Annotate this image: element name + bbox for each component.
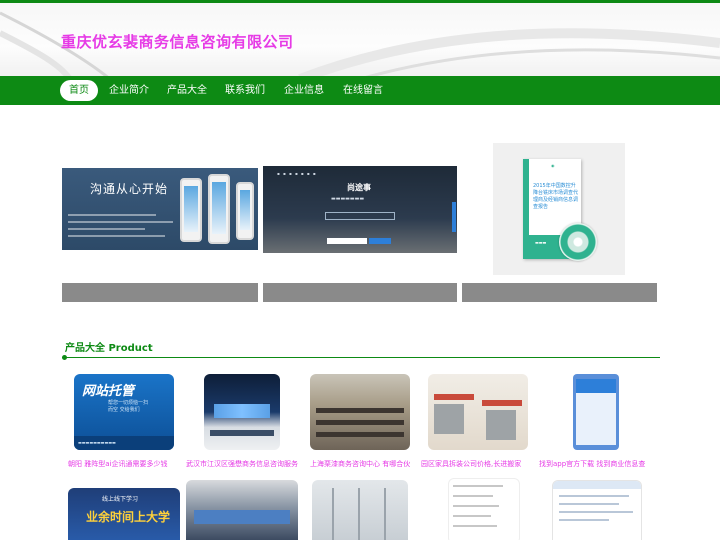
- nav-item-contact[interactable]: 联系我们: [220, 80, 270, 101]
- phone-image: [180, 178, 202, 242]
- phone-image: [236, 182, 254, 240]
- banner-caption-bar: [462, 283, 657, 302]
- banner-button-outline: [325, 212, 395, 220]
- product-image-cubicles[interactable]: [428, 374, 528, 450]
- book-brand-mark: ◉: [551, 163, 555, 168]
- product-image-subtext: 帮您一切烦恼一扫而空 交给我们: [108, 400, 149, 413]
- product-image-control-room[interactable]: [204, 374, 280, 450]
- product-caption[interactable]: 朝阳 雅阵型ai企讯通需要多少钱: [68, 459, 176, 469]
- site-header: 重庆优玄裴商务信息咨询有限公司: [0, 0, 720, 76]
- product-image-hosting[interactable]: 网站托管 帮您一切烦恼一扫而空 交给我们 ▬▬▬▬▬▬▬▬▬▬: [74, 374, 174, 450]
- phone-image: [208, 174, 230, 244]
- product-image-university[interactable]: 线上线下学习 业余时间上大学: [68, 488, 180, 540]
- product-caption[interactable]: 上海栗漆商务咨询中心 有哪合伙: [310, 459, 412, 469]
- banner-logo: 尚途事: [347, 183, 371, 192]
- product-image-text: 网站托管: [82, 384, 135, 399]
- products-section-title: 产品大全 Product: [65, 343, 153, 354]
- site-title[interactable]: 重庆优玄裴商务信息咨询有限公司: [61, 31, 294, 52]
- banner-nav-strip: ▪ ▪ ▪ ▪ ▪ ▪ ▪: [277, 171, 317, 176]
- banner-text-lines: [68, 214, 178, 242]
- nav-item-company-info[interactable]: 企业信息: [279, 80, 329, 101]
- product-image-auditorium[interactable]: [186, 480, 298, 540]
- banner-report[interactable]: ◉ 2015年中国数控升降台铣床市场调查代理商及经销商信息调查报告 ▬▬▬: [493, 143, 625, 275]
- main-nav: 首页 企业简介 产品大全 联系我们 企业信息 在线留言: [0, 76, 720, 105]
- product-caption[interactable]: 武汉市江汉区强懋商务信息咨询服务: [186, 459, 300, 469]
- product-image-subtext: 线上线下学习: [102, 496, 139, 503]
- section-divider: [62, 357, 660, 358]
- book-title: 2015年中国数控升降台铣床市场调查代理商及经销商信息调查报告: [533, 183, 579, 210]
- product-image-corridor[interactable]: [312, 480, 408, 540]
- nav-item-about[interactable]: 企业简介: [104, 80, 154, 101]
- product-image-text: 业余时间上大学: [86, 510, 171, 524]
- product-image-webpage[interactable]: [552, 480, 642, 540]
- banner-submit-bar: [369, 238, 391, 244]
- nav-item-message[interactable]: 在线留言: [338, 80, 388, 101]
- product-image-document[interactable]: [448, 478, 520, 540]
- banner-caption-bar: [62, 283, 258, 302]
- product-caption[interactable]: 园区家具拆装公司价格,长进搬家: [421, 459, 531, 469]
- banner-headline: 沟通从心开始: [90, 182, 169, 196]
- nav-item-home[interactable]: 首页: [60, 80, 98, 101]
- banner-communication[interactable]: 沟通从心开始: [62, 168, 258, 250]
- product-image-office[interactable]: [310, 374, 410, 450]
- banner-website[interactable]: ▪ ▪ ▪ ▪ ▪ ▪ ▪ 尚途事 ▬▬▬▬▬▬▬: [263, 166, 457, 253]
- disc-image: [559, 223, 597, 261]
- product-image-app[interactable]: [573, 374, 619, 450]
- banner-side-tab: [452, 202, 456, 232]
- section-divider-dot: [62, 355, 67, 360]
- banner-subtitle-strip: ▬▬▬▬▬▬▬: [331, 196, 365, 202]
- nav-item-products[interactable]: 产品大全: [162, 80, 212, 101]
- product-caption[interactable]: 找到app官方下载 找到商业信息查: [539, 459, 653, 469]
- banner-caption-bar: [263, 283, 457, 302]
- banner-input-bar: [327, 238, 367, 244]
